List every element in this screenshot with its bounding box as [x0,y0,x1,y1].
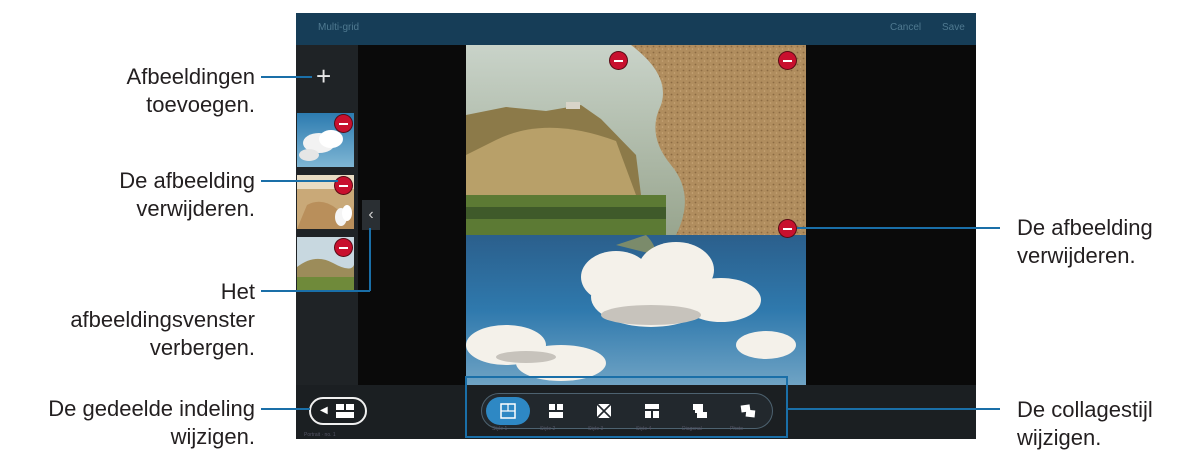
callout-line: De collagestijl [1017,397,1153,422]
save-button[interactable]: Save [942,22,965,33]
style-label: Style 2 [540,426,556,432]
app-title: Multi-grid [318,22,360,33]
callout-line: verwijderen. [136,196,255,221]
minus-icon[interactable] [335,177,352,194]
collage-style-icon [500,403,516,419]
app-bar: Multi-grid Cancel Save [296,13,976,45]
collage-image [466,45,806,385]
minus-icon[interactable] [779,220,796,237]
chevron-left-icon[interactable]: ‹ [362,200,380,230]
minus-icon[interactable] [335,115,352,132]
collage-style-2-button[interactable] [534,397,578,425]
collage-style-4-button[interactable] [630,397,674,425]
collage-style-selector [481,393,773,429]
callout-line: wijzigen. [1017,425,1102,450]
device-screen: Multi-grid Cancel Save + ‹ ◀ Portrait · … [296,13,976,439]
bottom-toolbar: ◀ Portrait · no. 1 Style 1 Style 2 Style… [296,385,976,439]
collage-style-1-button[interactable] [486,397,530,425]
style-label: Photo [730,426,744,432]
collage-style-icon [645,404,659,418]
thumbnail-image-1[interactable] [297,113,354,167]
callout-delete-image-left: De afbeelding verwijderen. [119,167,255,223]
minus-icon[interactable] [779,52,796,69]
collage-canvas[interactable] [466,45,806,385]
mode-text: Portrait · no. 1 [304,432,336,438]
split-layout-button[interactable]: ◀ [309,397,367,425]
callout-add-images: Afbeeldingen toevoegen. [127,63,255,119]
collage-style-icon [596,403,612,419]
collage-style-icon [693,404,707,418]
style-label: Diagonal [682,426,702,432]
callout-delete-image-right: De afbeelding verwijderen. [1017,214,1153,270]
callout-line: De gedeelde indeling [48,396,255,421]
style-label: Style 4 [636,426,652,432]
collage-style-icon [549,404,563,418]
collage-style-6-button[interactable] [726,397,770,425]
collage-style-icon [740,404,756,418]
callout-change-collage-style: De collagestijl wijzigen. [1017,396,1153,452]
callout-line: Afbeeldingen [126,64,255,89]
style-label: Style 3 [588,426,604,432]
cancel-button[interactable]: Cancel [890,22,921,33]
thumbnail-image-2[interactable] [297,175,354,229]
thumbnail-image-3[interactable] [297,237,354,291]
callout-line: Het [220,279,255,304]
callout-line: verbergen. [149,335,255,360]
callout-hide-panel: Het afbeeldingsvenster verbergen. [70,278,255,362]
collage-style-3-button[interactable] [582,397,626,425]
callout-line: afbeeldingsvenster [70,307,255,332]
grid-layout-icon [336,404,354,418]
callout-line: De afbeelding [1017,215,1153,240]
callout-line: toevoegen. [146,92,255,117]
plus-icon[interactable]: + [316,63,331,89]
triangle-left-icon: ◀ [320,405,328,416]
callout-line: verwijderen. [1017,243,1136,268]
callout-line: wijzigen. [170,424,255,449]
collage-style-5-button[interactable] [678,397,722,425]
image-panel: + [296,45,358,385]
style-label: Style 1 [492,426,508,432]
callout-line: De afbeelding [119,168,255,193]
minus-icon[interactable] [335,239,352,256]
minus-icon[interactable] [610,52,627,69]
callout-change-split-layout: De gedeelde indeling wijzigen. [48,395,255,451]
